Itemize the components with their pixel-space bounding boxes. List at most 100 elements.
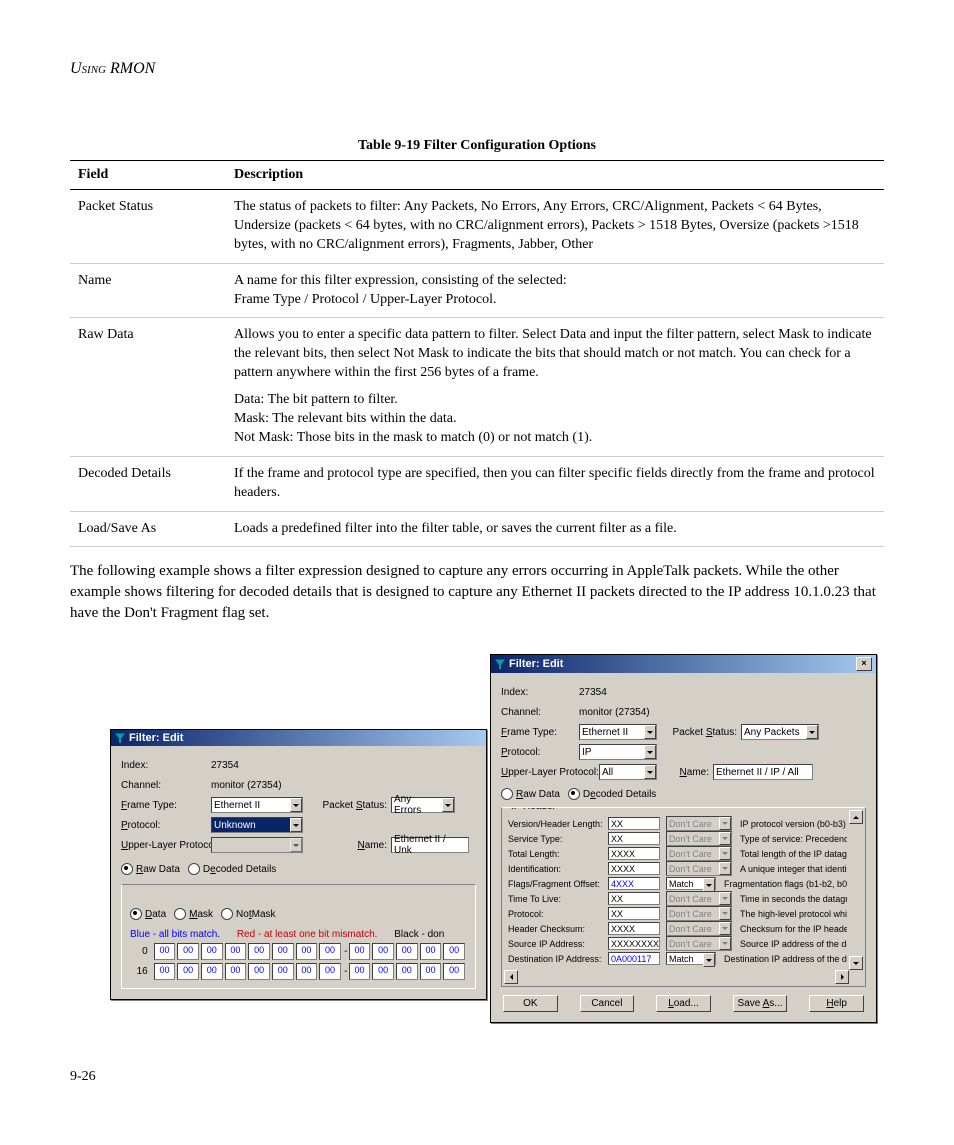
chevron-down-icon[interactable]: [806, 725, 818, 739]
help-button[interactable]: Help: [809, 995, 864, 1012]
ip-field-label: Flags/Fragment Offset:: [508, 879, 608, 889]
ip-field-desc: Total length of the IP datagram i: [740, 849, 847, 859]
byte-input[interactable]: 00: [319, 943, 341, 960]
scroll-left-icon[interactable]: [504, 970, 518, 984]
protocol-combo[interactable]: IP: [579, 744, 657, 760]
protocol-combo[interactable]: Unknown: [211, 817, 303, 833]
byte-input[interactable]: 00: [201, 963, 223, 980]
chevron-down-icon[interactable]: [442, 798, 454, 812]
not-mask-radio[interactable]: Not Mask: [221, 908, 275, 920]
packet-status-label: Packet Status:: [667, 727, 741, 738]
byte-input[interactable]: 00: [296, 963, 318, 980]
horizontal-scrollbar[interactable]: [504, 970, 849, 984]
name-field[interactable]: Ethernet II / IP / All: [713, 764, 813, 780]
byte-input[interactable]: 00: [443, 963, 465, 980]
match-combo[interactable]: Match: [666, 877, 716, 890]
frame-type-combo[interactable]: Ethernet II: [211, 797, 303, 813]
ip-field-input[interactable]: 0A000117: [608, 952, 660, 965]
ip-field-input[interactable]: XX: [608, 892, 660, 905]
packet-status-label: Packet Status:: [317, 800, 391, 811]
chevron-down-icon: [719, 817, 731, 830]
data-radio[interactable]: Data: [130, 908, 166, 920]
byte-input[interactable]: 00: [396, 963, 418, 980]
match-combo[interactable]: Match: [666, 952, 716, 965]
raw-data-groupbox: Data Mask Not Mask Blue - all bits match…: [121, 884, 476, 989]
chevron-down-icon[interactable]: [290, 798, 302, 812]
byte-input[interactable]: 00: [349, 963, 371, 980]
byte-input[interactable]: 00: [248, 943, 270, 960]
ip-field-input[interactable]: XX: [608, 832, 660, 845]
ip-header-row: Protocol:XXDon't CareThe high-level prot…: [508, 906, 847, 921]
byte-input[interactable]: 00: [154, 963, 176, 980]
field-cell: Load/Save As: [70, 511, 226, 547]
field-cell: Packet Status: [70, 190, 226, 264]
byte-input[interactable]: 00: [349, 943, 371, 960]
index-value: 27354: [579, 687, 607, 698]
chevron-down-icon: [719, 862, 731, 875]
ip-field-desc: Time in seconds the datagram is: [740, 894, 847, 904]
byte-input[interactable]: 00: [225, 943, 247, 960]
byte-input[interactable]: 00: [396, 943, 418, 960]
packet-status-combo[interactable]: Any Packets: [741, 724, 819, 740]
frame-type-combo[interactable]: Ethernet II: [579, 724, 657, 740]
chevron-down-icon[interactable]: [703, 953, 715, 967]
vertical-scrollbar[interactable]: [849, 810, 863, 970]
ok-button[interactable]: OK: [503, 995, 558, 1012]
close-icon[interactable]: ×: [856, 657, 872, 671]
byte-input[interactable]: 00: [177, 943, 199, 960]
chevron-down-icon[interactable]: [703, 878, 715, 892]
byte-input[interactable]: 00: [296, 943, 318, 960]
scroll-up-icon[interactable]: [849, 810, 863, 824]
byte-input[interactable]: 00: [372, 943, 394, 960]
ip-field-label: Header Checksum:: [508, 924, 608, 934]
byte-input[interactable]: 00: [154, 943, 176, 960]
byte-input[interactable]: 00: [201, 943, 223, 960]
ip-field-input[interactable]: XXXX: [608, 862, 660, 875]
desc-cell: Allows you to enter a specific data patt…: [226, 318, 884, 456]
byte-input[interactable]: 00: [225, 963, 247, 980]
ip-header-row: Total Length:XXXXDon't CareTotal length …: [508, 846, 847, 861]
ip-field-input[interactable]: XX: [608, 817, 660, 830]
byte-input[interactable]: 00: [177, 963, 199, 980]
load-button[interactable]: Load...: [656, 995, 711, 1012]
decoded-details-radio[interactable]: Decoded Details: [188, 863, 276, 875]
cancel-button[interactable]: Cancel: [580, 995, 635, 1012]
decoded-details-radio[interactable]: Decoded Details: [568, 788, 656, 800]
ip-field-input[interactable]: XX: [608, 907, 660, 920]
mask-radio[interactable]: Mask: [174, 908, 213, 920]
byte-input[interactable]: 00: [420, 943, 442, 960]
scroll-down-icon[interactable]: [849, 956, 863, 970]
th-desc: Description: [226, 161, 884, 190]
ip-field-label: Service Type:: [508, 834, 608, 844]
chevron-down-icon[interactable]: [644, 725, 656, 739]
byte-input[interactable]: 00: [272, 943, 294, 960]
byte-input[interactable]: 00: [420, 963, 442, 980]
ip-field-label: Identification:: [508, 864, 608, 874]
field-cell: Name: [70, 263, 226, 318]
chevron-down-icon[interactable]: [644, 765, 656, 779]
index-value: 27354: [211, 760, 239, 771]
raw-data-radio[interactable]: Raw Data: [501, 788, 560, 800]
byte-input[interactable]: 00: [372, 963, 394, 980]
byte-input[interactable]: 00: [272, 963, 294, 980]
byte-input[interactable]: 00: [248, 963, 270, 980]
byte-input[interactable]: 00: [443, 943, 465, 960]
chevron-down-icon: [719, 847, 731, 860]
raw-data-radio[interactable]: Raw Data: [121, 863, 180, 875]
name-field[interactable]: Ethernet II / Unk: [391, 837, 469, 853]
ip-field-input[interactable]: XXXX: [608, 847, 660, 860]
titlebar[interactable]: Filter: Edit: [111, 730, 486, 746]
titlebar[interactable]: Filter: Edit ×: [491, 655, 876, 673]
byte-input[interactable]: 00: [319, 963, 341, 980]
field-cell: Raw Data: [70, 318, 226, 456]
chevron-down-icon[interactable]: [644, 745, 656, 759]
scroll-right-icon[interactable]: [835, 970, 849, 984]
save-as-button[interactable]: Save As...: [733, 995, 788, 1012]
ip-field-input[interactable]: XXXXXXXX: [608, 937, 660, 950]
chevron-down-icon[interactable]: [290, 818, 302, 832]
offset-0: 0: [130, 946, 148, 957]
ip-field-input[interactable]: 4XXX: [608, 877, 660, 890]
packet-status-combo[interactable]: Any Errors: [391, 797, 455, 813]
upper-layer-combo[interactable]: All: [599, 764, 657, 780]
ip-field-input[interactable]: XXXX: [608, 922, 660, 935]
